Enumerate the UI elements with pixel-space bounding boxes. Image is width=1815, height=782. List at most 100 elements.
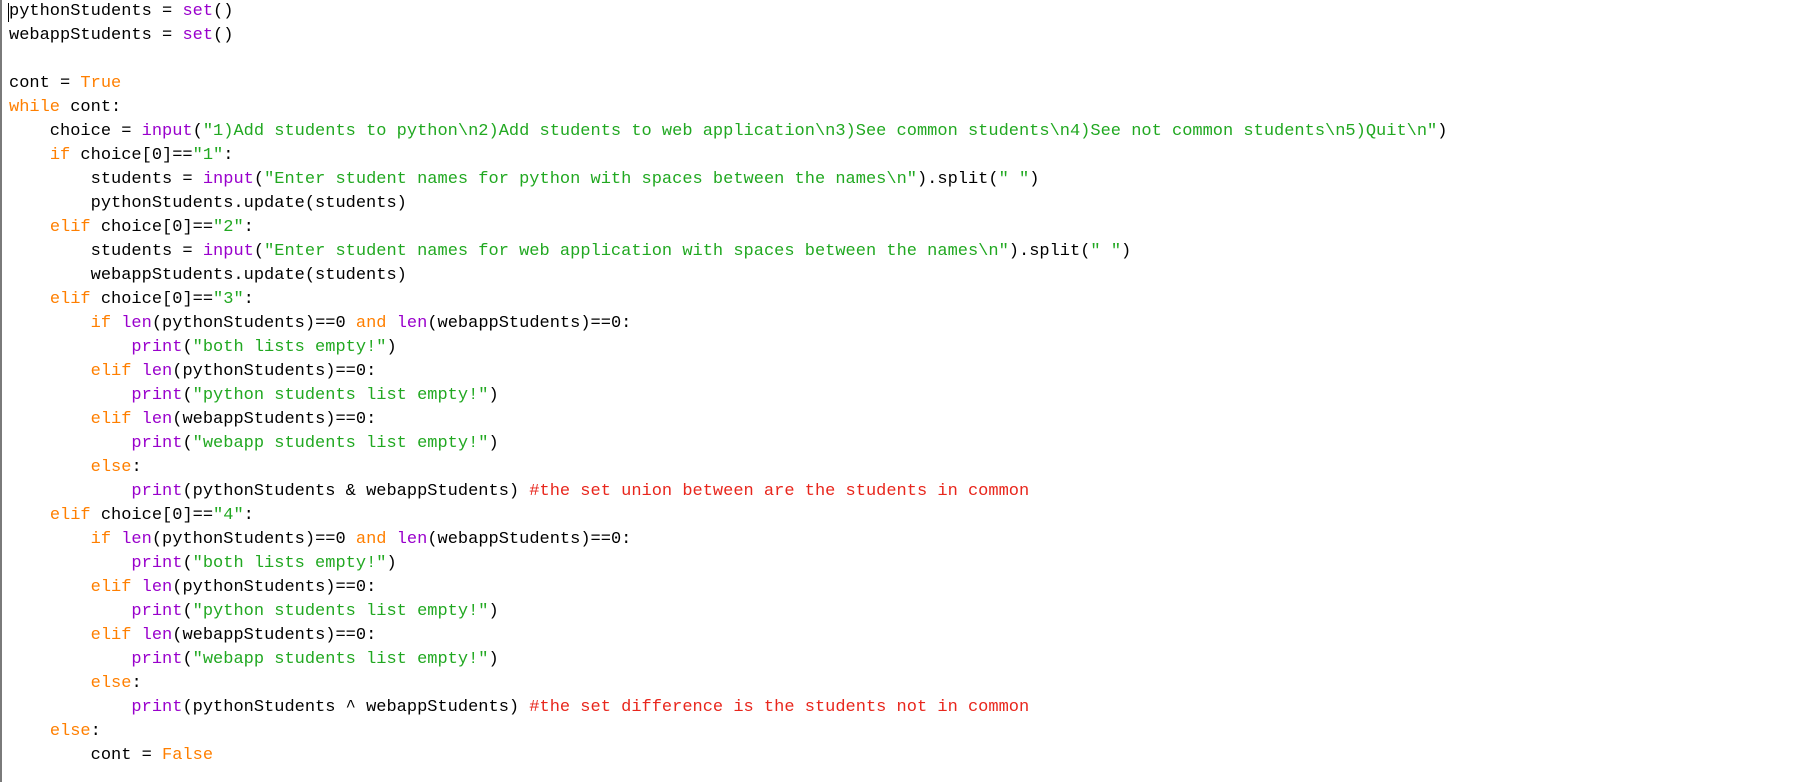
code-line[interactable]: elif len(webappStudents)==0:	[9, 624, 1447, 648]
code-token-plain: :	[131, 674, 142, 693]
code-token-plain: )	[1029, 170, 1040, 189]
code-token-plain: webappStudents =	[9, 26, 183, 45]
code-line[interactable]: cont = False	[9, 744, 1447, 768]
code-token-comment: #the set difference is the students not …	[529, 698, 1030, 717]
code-token-keyword: elif	[49, 218, 91, 237]
code-token-plain: (	[182, 386, 193, 405]
code-token-string: "1)Add students to python\n2)Add student…	[202, 122, 1438, 141]
code-line[interactable]: print("python students list empty!")	[9, 600, 1447, 624]
code-token-plain: (	[253, 170, 265, 189]
code-token-string: "2"	[213, 218, 244, 237]
code-token-builtin: len	[141, 362, 173, 381]
code-token-plain: cont =	[9, 74, 81, 93]
code-token-plain: :	[131, 458, 142, 477]
code-token-builtin: print	[131, 554, 183, 573]
code-token-plain: (	[253, 242, 265, 261]
code-token-plain: ()	[213, 26, 234, 45]
code-token-builtin: input	[202, 170, 254, 189]
code-line[interactable]: elif len(pythonStudents)==0:	[9, 576, 1447, 600]
code-line[interactable]: webappStudents = set()	[9, 24, 1447, 48]
code-token-plain: (	[182, 650, 193, 669]
code-token-keyword: elif	[90, 626, 132, 645]
code-token-keyword: False	[162, 746, 214, 765]
code-line[interactable]: elif len(pythonStudents)==0:	[9, 360, 1447, 384]
code-token-string: " "	[1090, 242, 1122, 261]
code-line[interactable]: print("python students list empty!")	[9, 384, 1447, 408]
code-line[interactable]	[9, 48, 1447, 72]
code-token-plain: choice[0]==	[90, 506, 214, 525]
code-line[interactable]: elif len(webappStudents)==0:	[9, 408, 1447, 432]
code-token-string: " "	[998, 170, 1030, 189]
code-line[interactable]: elif choice[0]=="4":	[9, 504, 1447, 528]
code-line[interactable]: choice = input("1)Add students to python…	[9, 120, 1448, 144]
code-token-plain: )	[386, 338, 397, 357]
code-token-builtin: len	[121, 314, 152, 333]
code-token-plain: pythonStudents =	[9, 2, 183, 21]
code-token-builtin: print	[131, 650, 183, 669]
code-token-keyword: and	[355, 530, 387, 549]
code-line[interactable]: else:	[9, 720, 1447, 744]
code-token-plain: (pythonStudents)==0:	[172, 362, 377, 381]
code-line[interactable]: else:	[9, 456, 1447, 480]
code-line[interactable]: webappStudents.update(students)	[9, 264, 1447, 288]
code-line[interactable]: print("both lists empty!")	[9, 336, 1447, 360]
code-token-keyword: while	[9, 98, 61, 117]
code-line[interactable]: pythonStudents = set()	[9, 0, 1447, 24]
code-token-string: "Enter student names for python with spa…	[264, 170, 917, 189]
code-line[interactable]: if len(pythonStudents)==0 and len(webapp…	[9, 528, 1447, 552]
code-line[interactable]: print("webapp students list empty!")	[9, 432, 1447, 456]
code-line[interactable]: cont = True	[9, 72, 1447, 96]
code-token-plain: :	[243, 290, 254, 309]
code-token-string: "webapp students list empty!"	[192, 434, 489, 453]
code-token-string: "both lists empty!"	[192, 338, 387, 357]
code-token-keyword: elif	[49, 290, 91, 309]
code-token-plain: (pythonStudents ^ webappStudents)	[182, 698, 530, 717]
code-token-string: "both lists empty!"	[192, 554, 387, 573]
code-line[interactable]: else:	[9, 672, 1447, 696]
code-line[interactable]: if choice[0]=="1":	[9, 144, 1447, 168]
code-token-comment: #the set union between are the students …	[529, 482, 1030, 501]
code-line[interactable]: if len(pythonStudents)==0 and len(webapp…	[9, 312, 1447, 336]
code-token-keyword: elif	[90, 362, 132, 381]
code-token-string: "Enter student names for web application…	[264, 242, 1009, 261]
code-line[interactable]: print("both lists empty!")	[9, 552, 1447, 576]
code-line[interactable]: students = input("Enter student names fo…	[9, 240, 1447, 264]
code-token-builtin: print	[131, 386, 183, 405]
code-token-plain: :	[223, 146, 234, 165]
code-line[interactable]: print("webapp students list empty!")	[9, 648, 1447, 672]
code-token-builtin: set	[182, 2, 214, 21]
code-token-plain: choice =	[9, 122, 142, 141]
code-area[interactable]: pythonStudents = set() webappStudents = s…	[9, 0, 1447, 768]
code-token-string: "4"	[213, 506, 244, 525]
code-token-plain: (	[182, 602, 193, 621]
code-line[interactable]: pythonStudents.update(students)	[9, 192, 1447, 216]
code-editor[interactable]: pythonStudents = set() webappStudents = s…	[0, 0, 1815, 782]
code-token-keyword: and	[355, 314, 387, 333]
code-token-plain: (webappStudents)==0:	[427, 314, 632, 333]
code-line[interactable]: print(pythonStudents ^ webappStudents) #…	[9, 696, 1447, 720]
code-line[interactable]: elif choice[0]=="2":	[9, 216, 1447, 240]
code-line[interactable]: print(pythonStudents & webappStudents) #…	[9, 480, 1447, 504]
code-token-plain: (	[192, 122, 203, 141]
code-token-plain: cont =	[9, 746, 163, 765]
code-line[interactable]: students = input("Enter student names fo…	[9, 168, 1447, 192]
code-line[interactable]: while cont:	[9, 96, 1447, 120]
code-line[interactable]: elif choice[0]=="3":	[9, 288, 1447, 312]
code-token-plain: ()	[213, 2, 234, 21]
code-token-keyword: else	[90, 458, 132, 477]
code-token-builtin: len	[141, 410, 173, 429]
